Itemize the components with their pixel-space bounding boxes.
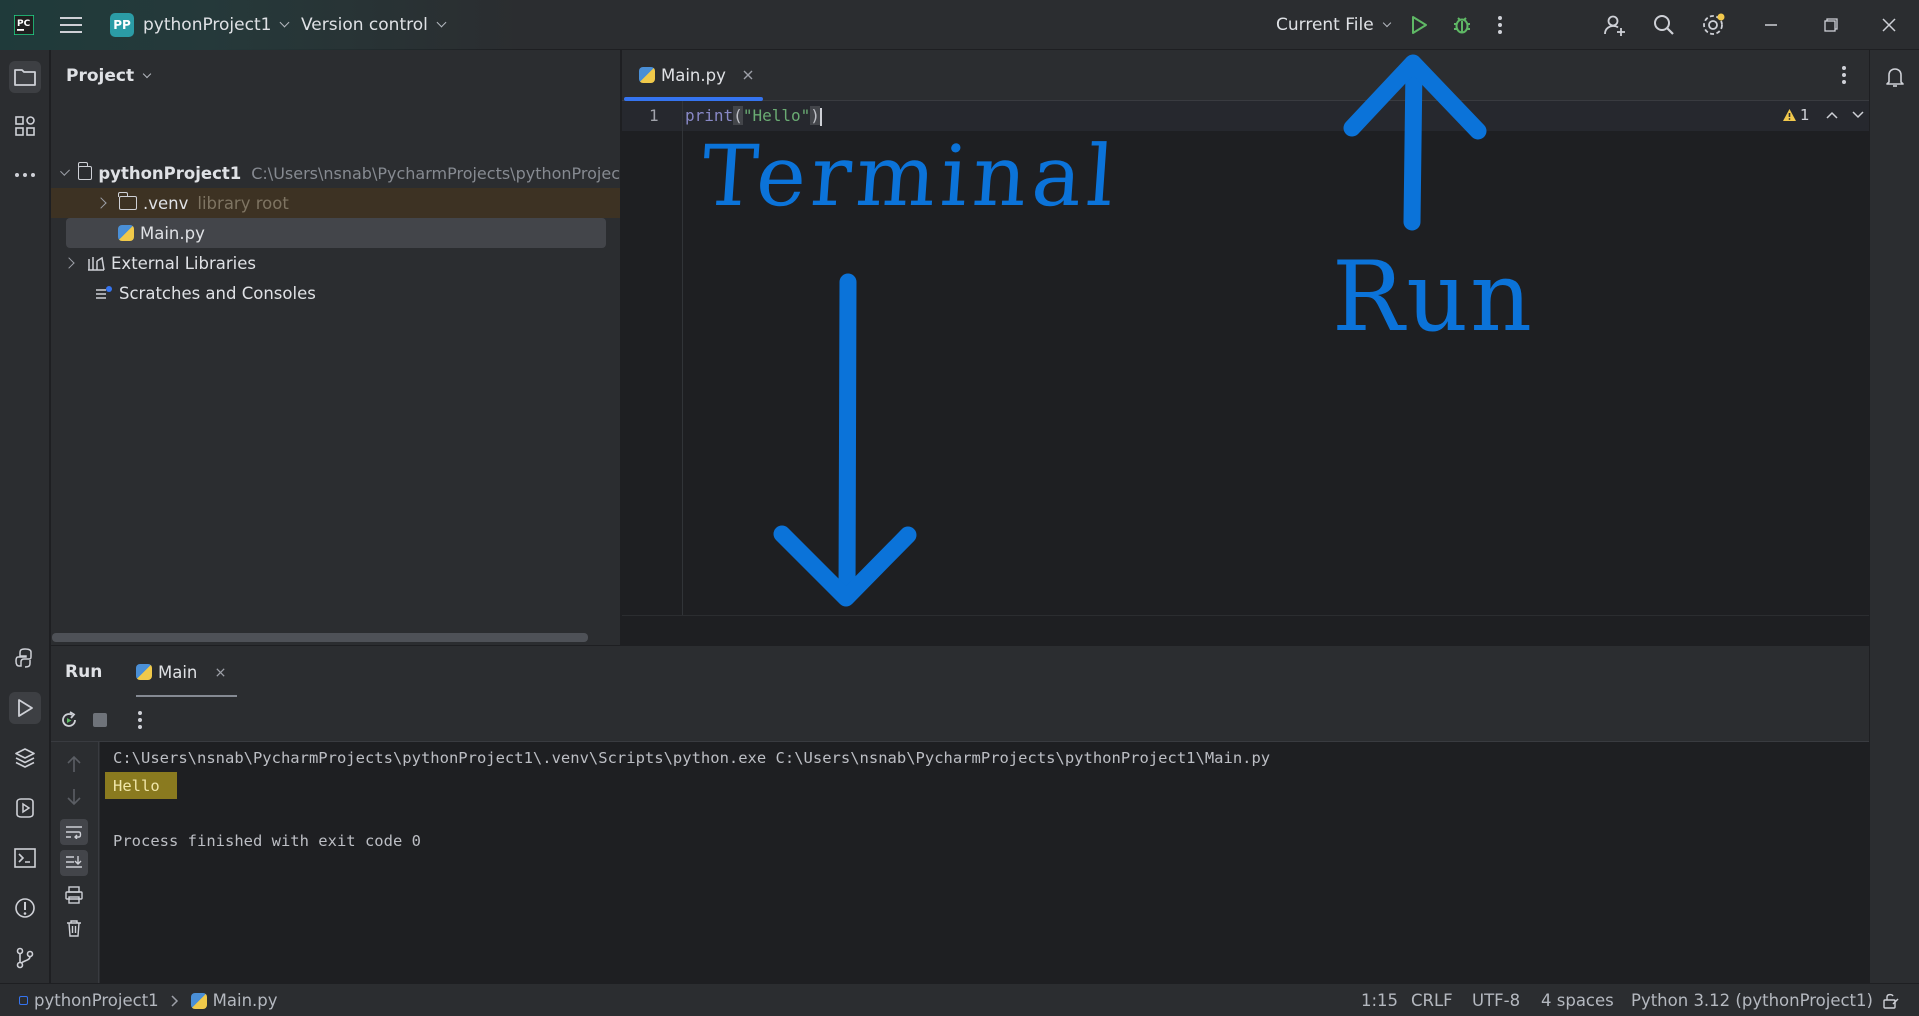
console-exit-message: Process finished with exit code 0: [113, 832, 421, 850]
scroll-to-end-icon[interactable]: [60, 850, 88, 876]
chevron-right-icon: [171, 994, 178, 1007]
print-icon[interactable]: [65, 886, 83, 908]
run-tab-label: Main: [158, 662, 198, 682]
read-only-lock-icon[interactable]: [1882, 984, 1900, 1016]
arrow-down-to-terminal-icon: [773, 273, 917, 607]
breadcrumb: pythonProject1 Main.py: [19, 984, 278, 1016]
run-tab-main[interactable]: Main: [133, 646, 237, 698]
caret-position[interactable]: 1:15: [1361, 984, 1398, 1016]
console-output: Hello: [113, 777, 160, 795]
status-bar: pythonProject1 Main.py 1:15 CRLF UTF-8 4…: [0, 983, 1919, 1016]
soft-wrap-icon[interactable]: [60, 819, 88, 845]
breadcrumb-file[interactable]: Main.py: [213, 991, 278, 1010]
stop-icon[interactable]: [93, 713, 107, 727]
console-side-toolbar: [51, 742, 99, 983]
arrow-down-icon[interactable]: [66, 788, 82, 810]
run-console[interactable]: C:\Users\nsnab\PycharmProjects\pythonPro…: [100, 742, 1869, 983]
close-icon[interactable]: [215, 667, 226, 678]
python-interpreter[interactable]: Python 3.12 (pythonProject1): [1631, 984, 1873, 1016]
python-file-icon: [190, 992, 207, 1009]
line-ending[interactable]: CRLF: [1411, 984, 1453, 1016]
run-more-icon[interactable]: [137, 710, 143, 734]
breadcrumb-project[interactable]: pythonProject1: [34, 991, 159, 1010]
run-toolbar: [51, 697, 1869, 742]
arrow-up-icon[interactable]: [66, 755, 82, 777]
run-panel-title: Run: [65, 662, 103, 682]
module-icon: [19, 996, 28, 1005]
file-encoding[interactable]: UTF-8: [1472, 984, 1520, 1016]
python-file-icon: [136, 664, 152, 680]
indent-setting[interactable]: 4 spaces: [1541, 984, 1614, 1016]
arrow-up-to-run-icon: [1343, 54, 1487, 231]
rerun-icon[interactable]: [59, 710, 79, 734]
trash-icon[interactable]: [66, 919, 82, 941]
console-command-line: C:\Users\nsnab\PycharmProjects\pythonPro…: [113, 749, 1271, 767]
